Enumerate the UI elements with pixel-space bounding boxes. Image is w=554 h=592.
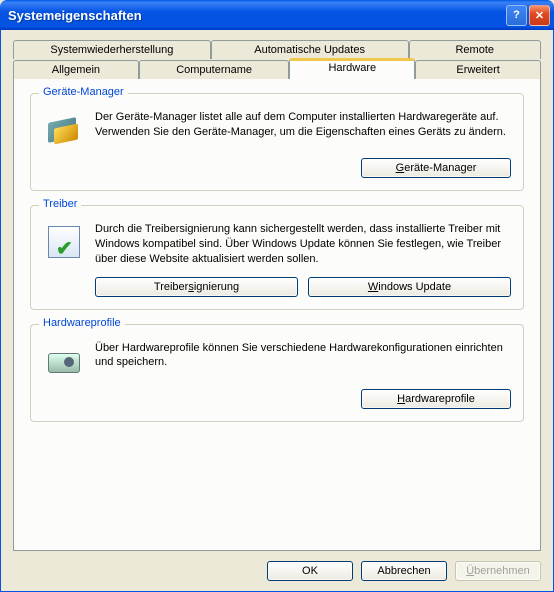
hwprofiles-desc: Über Hardwareprofile können Sie verschie… (95, 341, 511, 379)
tab-auto-updates[interactable]: Automatische Updates (211, 40, 409, 59)
tab-hardware[interactable]: Hardware (289, 58, 415, 79)
tabstrip: Systemwiederherstellung Automatische Upd… (13, 38, 541, 79)
device-manager-desc: Der Geräte-Manager listet alle auf dem C… (95, 110, 511, 148)
group-title-hwprofiles: Hardwareprofile (39, 317, 125, 329)
group-device-manager: Geräte-Manager Der Geräte-Manager listet… (30, 93, 524, 191)
drivers-desc: Durch die Treibersignierung kann sicherg… (95, 222, 511, 267)
windows-update-button[interactable]: Windows Update (308, 277, 511, 297)
group-title-drivers: Treiber (39, 198, 81, 210)
hardware-profile-icon (46, 343, 82, 379)
group-hardware-profiles: Hardwareprofile Über Hardwareprofile kön… (30, 324, 524, 422)
tab-system-restore[interactable]: Systemwiederherstellung (13, 40, 211, 59)
dialog-body: Systemwiederherstellung Automatische Upd… (0, 30, 554, 592)
ok-button[interactable]: OK (267, 561, 353, 581)
driver-signing-icon (46, 224, 82, 260)
help-button[interactable]: ? (506, 5, 527, 26)
tab-computername[interactable]: Computername (139, 60, 290, 79)
tab-advanced[interactable]: Erweitert (415, 60, 541, 79)
close-icon: ✕ (535, 9, 544, 22)
window-title: Systemeigenschaften (8, 8, 504, 23)
tab-content-hardware: Geräte-Manager Der Geräte-Manager listet… (13, 79, 541, 551)
help-icon: ? (513, 9, 520, 21)
hardware-profiles-button[interactable]: Hardwareprofile (361, 389, 511, 409)
cancel-button[interactable]: Abbrechen (361, 561, 447, 581)
titlebar: Systemeigenschaften ? ✕ (0, 0, 554, 30)
group-title-device-manager: Geräte-Manager (39, 86, 128, 98)
tab-general[interactable]: Allgemein (13, 60, 139, 79)
device-manager-icon (46, 112, 82, 148)
driver-signing-button[interactable]: Treibersignierung (95, 277, 298, 297)
dialog-button-row: OK Abbrechen Übernehmen (13, 551, 541, 581)
device-manager-button[interactable]: Geräte-Manager (361, 158, 511, 178)
close-button[interactable]: ✕ (529, 5, 550, 26)
tab-remote[interactable]: Remote (409, 40, 542, 59)
apply-button: Übernehmen (455, 561, 541, 581)
group-drivers: Treiber Durch die Treibersignierung kann… (30, 205, 524, 310)
